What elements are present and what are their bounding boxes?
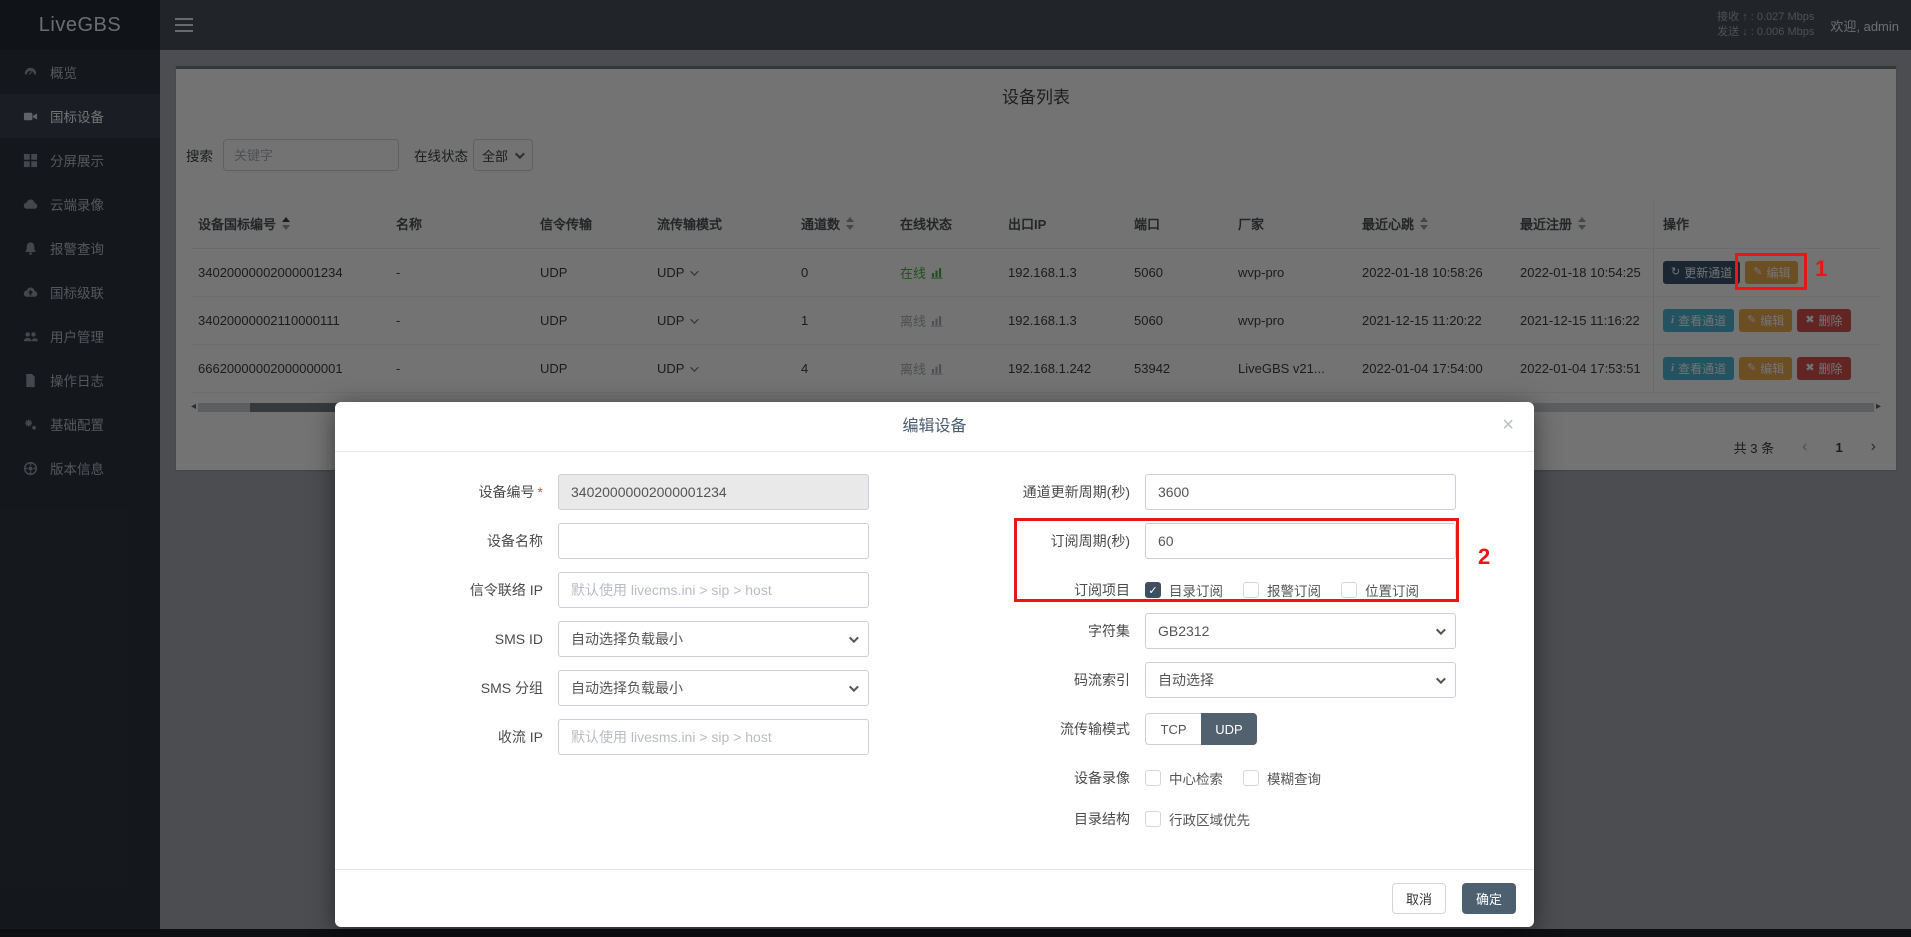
unchecked-checkbox-icon[interactable] [1243,582,1259,598]
unchecked-checkbox-icon[interactable] [1243,770,1259,786]
stream-mode-toggle: TCP UDP [1145,713,1257,745]
udp-toggle-button[interactable]: UDP [1201,713,1257,745]
field-device-name: 设备名称 [375,523,869,559]
chevron-down-icon [849,682,859,692]
field-device-record: 设备录像 中心检索 模糊查询 [947,766,1321,790]
unchecked-checkbox-icon[interactable] [1145,811,1161,827]
checked-checkbox-icon[interactable]: ✓ [1145,582,1161,598]
field-dir-structure: 目录结构 行政区域优先 [947,807,1250,831]
tcp-toggle-button[interactable]: TCP [1145,713,1201,745]
field-sms-group: SMS 分组 自动选择负载最小 [375,670,869,706]
center-search-checkbox[interactable]: 中心检索 [1145,768,1223,788]
field-stream-index: 码流索引 自动选择 [947,662,1456,698]
sms-group-select[interactable]: 自动选择负载最小 [558,670,869,706]
edit-device-modal: 编辑设备 × 设备编号* 设备名称 信令联络 IP SMS ID 自动选择负载最… [335,402,1534,927]
subscribe-period-input[interactable] [1145,523,1456,559]
position-subscribe-checkbox[interactable]: 位置订阅 [1341,580,1419,600]
close-icon[interactable]: × [1502,415,1514,435]
admin-region-priority-checkbox[interactable]: 行政区域优先 [1145,809,1250,829]
field-recv-ip: 收流 IP [375,719,869,755]
stream-index-select[interactable]: 自动选择 [1145,662,1456,698]
unchecked-checkbox-icon[interactable] [1145,770,1161,786]
unchecked-checkbox-icon[interactable] [1341,582,1357,598]
device-id-input [558,474,869,510]
modal-footer: 取消 确定 [335,869,1534,927]
device-name-input[interactable] [558,523,869,559]
sms-id-select[interactable]: 自动选择负载最小 [558,621,869,657]
cancel-button[interactable]: 取消 [1392,883,1446,914]
field-device-id: 设备编号* [375,474,869,510]
required-mark: * [538,484,543,500]
charset-select[interactable]: GB2312 [1145,613,1456,649]
field-stream-mode: 流传输模式 TCP UDP [947,711,1257,747]
field-subscribe-period: 订阅周期(秒) [947,523,1456,559]
signal-ip-input[interactable] [558,572,869,608]
field-channel-refresh: 通道更新周期(秒) [947,474,1456,510]
directory-subscribe-checkbox[interactable]: ✓目录订阅 [1145,580,1223,600]
modal-header: 编辑设备 × [335,402,1534,452]
alarm-subscribe-checkbox[interactable]: 报警订阅 [1243,580,1321,600]
confirm-button[interactable]: 确定 [1462,883,1516,914]
field-sms-id: SMS ID 自动选择负载最小 [375,621,869,657]
channel-refresh-input[interactable] [1145,474,1456,510]
chevron-down-icon [1436,674,1446,684]
fuzzy-query-checkbox[interactable]: 模糊查询 [1243,768,1321,788]
field-signal-ip: 信令联络 IP [375,572,869,608]
modal-title: 编辑设备 [335,402,1534,452]
recv-ip-input[interactable] [558,719,869,755]
chevron-down-icon [849,633,859,643]
field-subscribe-items: 订阅项目 ✓目录订阅 报警订阅 位置订阅 [947,578,1419,602]
chevron-down-icon [1436,625,1446,635]
field-charset: 字符集 GB2312 [947,613,1456,649]
